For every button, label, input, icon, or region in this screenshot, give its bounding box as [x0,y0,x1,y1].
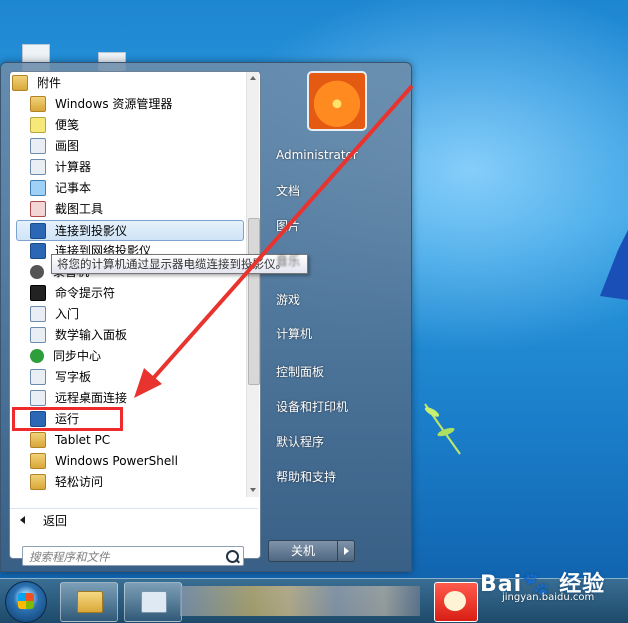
taskbar-explorer-button[interactable] [60,582,118,622]
baidu-watermark: Bai🐾 经验 jingyan.baidu.com [480,566,625,606]
red-arrow-annotation [134,84,414,398]
taskbar-app-button[interactable] [434,582,478,622]
app-icon [444,591,466,611]
folder-icon [77,591,103,613]
taskbar-notepad-button[interactable] [124,582,182,622]
blurred-taskbar-items [180,586,420,616]
notepad-icon [141,591,167,613]
start-button[interactable] [5,581,47,623]
watermark-url: jingyan.baidu.com [502,592,595,603]
